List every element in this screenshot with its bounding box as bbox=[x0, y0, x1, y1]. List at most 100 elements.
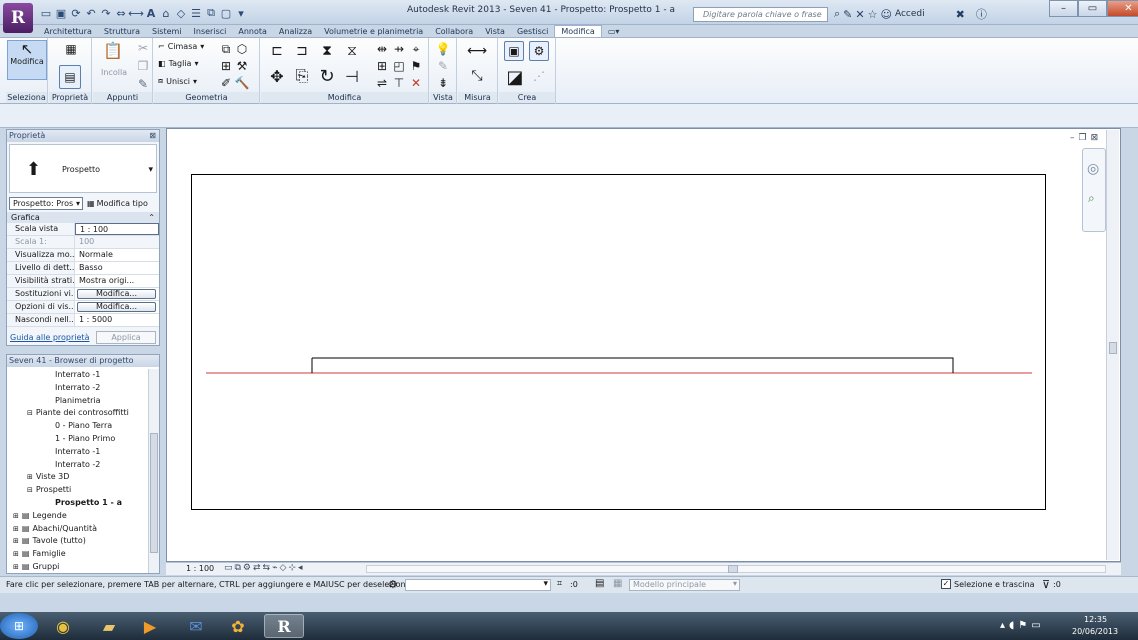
clock-time[interactable]: 12:35 bbox=[1084, 615, 1107, 624]
close-icon[interactable]: ⊠ bbox=[149, 130, 156, 142]
save-icon[interactable]: ▣ bbox=[55, 7, 67, 20]
align-icon[interactable]: ⊏ bbox=[267, 42, 287, 60]
match-type-icon[interactable]: ✎ bbox=[135, 76, 151, 92]
application-menu-button[interactable]: R bbox=[3, 3, 33, 33]
browser-item[interactable]: ⊞ ▤ Legende bbox=[13, 510, 67, 522]
mirror-pick-axis-icon[interactable]: ⧗ bbox=[317, 42, 337, 60]
browser-item[interactable]: ⊟ Piante dei controsoffitti bbox=[27, 407, 129, 419]
edit-profile-icon[interactable]: ✐ bbox=[218, 75, 234, 91]
view-scale[interactable]: 1 : 100 bbox=[186, 564, 214, 573]
binoculars-icon[interactable]: ⌕ bbox=[834, 7, 840, 21]
property-edit-button[interactable]: Modifica... bbox=[77, 289, 156, 299]
browser-item[interactable]: ⊞ ▤ Famiglie bbox=[13, 548, 66, 560]
modify-button[interactable]: ↖ Modifica bbox=[7, 40, 47, 80]
taskbar-media-player[interactable]: ▶ bbox=[130, 614, 170, 638]
offset-icon[interactable]: ⊐ bbox=[292, 42, 312, 60]
sign-in-link[interactable]: Accedi bbox=[895, 9, 925, 19]
horizontal-scroll-thumb[interactable] bbox=[728, 565, 738, 573]
copy-element-icon[interactable]: ⎘ bbox=[292, 66, 312, 86]
create-parts-icon[interactable]: ◪ bbox=[504, 66, 526, 88]
property-row[interactable]: Visualizza mo... Normale bbox=[7, 249, 159, 262]
property-value[interactable]: Mostra origi... bbox=[75, 275, 159, 287]
horizontal-scrollbar[interactable] bbox=[366, 565, 1106, 573]
section-icon[interactable]: ◇ bbox=[175, 7, 187, 20]
tree-toggle-icon[interactable]: ⊞ bbox=[13, 525, 19, 533]
browser-item[interactable]: Interrato -2 bbox=[55, 459, 100, 471]
browser-item[interactable]: Interrato -2 bbox=[55, 382, 100, 394]
property-value[interactable]: 1 : 5000 bbox=[75, 314, 159, 326]
property-value[interactable]: Basso bbox=[75, 262, 159, 274]
aligned-dimension-icon[interactable]: ⟷ bbox=[128, 7, 144, 20]
split-gap-icon[interactable]: ⇸ bbox=[391, 41, 407, 57]
lightbulb-icon[interactable]: 💡 bbox=[435, 41, 451, 57]
communication-icon[interactable]: ✕ bbox=[855, 8, 864, 21]
clock-date[interactable]: 20/06/2013 bbox=[1072, 627, 1118, 636]
property-row[interactable]: Scala vista 1 : 100 bbox=[7, 223, 159, 236]
hammer-icon[interactable]: 🔨 bbox=[234, 75, 250, 91]
properties-help-link[interactable]: Guida alle proprietà bbox=[10, 333, 89, 342]
browser-item[interactable]: ⊞ ▤ Tavole (tutto) bbox=[13, 535, 86, 547]
trim-icon[interactable]: ⊣ bbox=[342, 66, 362, 86]
text-icon[interactable]: A bbox=[145, 7, 157, 20]
property-row[interactable]: Sostituzioni vi... Modifica... bbox=[7, 288, 159, 301]
workset-dropdown[interactable]: ▾ bbox=[405, 579, 551, 591]
apply-button[interactable]: Applica bbox=[96, 331, 156, 344]
mirror-draw-axis-icon[interactable]: ⧖ bbox=[342, 42, 362, 60]
copy-icon[interactable]: ❐ bbox=[135, 58, 151, 74]
taskbar-app[interactable]: ✿ bbox=[218, 614, 258, 638]
browser-item[interactable]: Interrato -1 bbox=[55, 446, 100, 458]
wall-joins-icon[interactable]: ⊞ bbox=[218, 58, 234, 74]
browser-item[interactable]: Prospetto 1 - a bbox=[55, 497, 122, 509]
help-icon[interactable]: ⓘ bbox=[976, 6, 987, 22]
instance-selector[interactable]: Prospetto: Pros ▾ bbox=[9, 197, 83, 210]
property-row[interactable]: Livello di dett... Basso bbox=[7, 262, 159, 275]
expand-icon[interactable]: ⊞ bbox=[27, 473, 33, 481]
property-edit-button[interactable]: Modifica... bbox=[77, 302, 156, 312]
create-group-icon[interactable]: ▣ bbox=[504, 41, 524, 61]
type-selector[interactable]: ⬆ Prospetto ▾ bbox=[9, 144, 157, 193]
trim-extend-icon[interactable]: ⊤ bbox=[391, 75, 407, 91]
array-icon[interactable]: ⊞ bbox=[374, 58, 390, 74]
close-hidden-icon[interactable]: ⧉ bbox=[205, 6, 217, 19]
split-face-icon[interactable]: ⧉ bbox=[218, 41, 234, 57]
building-outline[interactable] bbox=[312, 357, 954, 373]
property-value[interactable]: 100 bbox=[75, 236, 159, 248]
linework-icon[interactable]: ✎ bbox=[435, 58, 451, 74]
view-control-icons[interactable]: ▭⧉⚙⇄⇆⌁◇⊹◂ bbox=[224, 563, 304, 573]
join-button[interactable]: ⧈ Unisci ▾ bbox=[158, 76, 197, 86]
taskbar-chrome[interactable]: ◉ bbox=[43, 614, 83, 638]
start-button[interactable]: ⊞ bbox=[0, 613, 38, 639]
browser-item[interactable]: 1 - Piano Primo bbox=[55, 433, 115, 445]
property-row[interactable]: Visibilità strati... Mostra origi... bbox=[7, 275, 159, 288]
close-button[interactable]: ✕ bbox=[1107, 0, 1138, 17]
open-icon[interactable]: ▭ bbox=[40, 7, 52, 20]
create-similar-icon[interactable]: ⋰ bbox=[529, 66, 549, 86]
property-value[interactable]: Normale bbox=[75, 249, 159, 261]
cope-button[interactable]: ⌐ Cimasa ▾ bbox=[158, 42, 204, 51]
hide-element-icon[interactable]: ⇟ bbox=[435, 75, 451, 91]
thin-lines-icon[interactable]: ☰ bbox=[190, 7, 202, 20]
taskbar-thunderbird[interactable]: ✉ bbox=[176, 614, 216, 638]
cut-geometry-button[interactable]: ◧ Taglia ▾ bbox=[158, 59, 198, 68]
undo-icon[interactable]: ↶ bbox=[85, 7, 97, 20]
redo-icon[interactable]: ↷ bbox=[100, 7, 112, 20]
rotate-icon[interactable]: ↻ bbox=[317, 66, 337, 87]
edit-type-button[interactable]: ▦ Modifica tipo bbox=[87, 199, 148, 208]
tree-toggle-icon[interactable]: ⊞ bbox=[13, 537, 19, 545]
tree-toggle-icon[interactable]: ⊞ bbox=[13, 550, 19, 558]
browser-item[interactable]: Interrato -1 bbox=[55, 369, 100, 381]
maximize-button[interactable]: ▭ bbox=[1078, 0, 1107, 17]
zoom-icon[interactable]: ⌕ bbox=[1088, 191, 1095, 206]
browser-scroll-thumb[interactable] bbox=[150, 433, 158, 553]
create-assembly-icon[interactable]: ⚙ bbox=[529, 41, 549, 61]
offset-small-icon[interactable]: ⇌ bbox=[374, 75, 390, 91]
move-icon[interactable]: ✥ bbox=[267, 66, 287, 86]
browser-item[interactable]: ⊞ Viste 3D bbox=[27, 471, 69, 483]
cut-icon[interactable]: ✂ bbox=[135, 40, 151, 56]
minimize-button[interactable]: – bbox=[1049, 0, 1078, 17]
user-icon[interactable]: ☺ bbox=[880, 8, 891, 21]
browser-item[interactable]: Planimetria bbox=[55, 395, 101, 407]
favorites-icon[interactable]: ☆ bbox=[868, 8, 878, 21]
measure-icon[interactable]: ⇔ bbox=[115, 7, 127, 20]
sync-icon[interactable]: ⟳ bbox=[70, 7, 82, 20]
